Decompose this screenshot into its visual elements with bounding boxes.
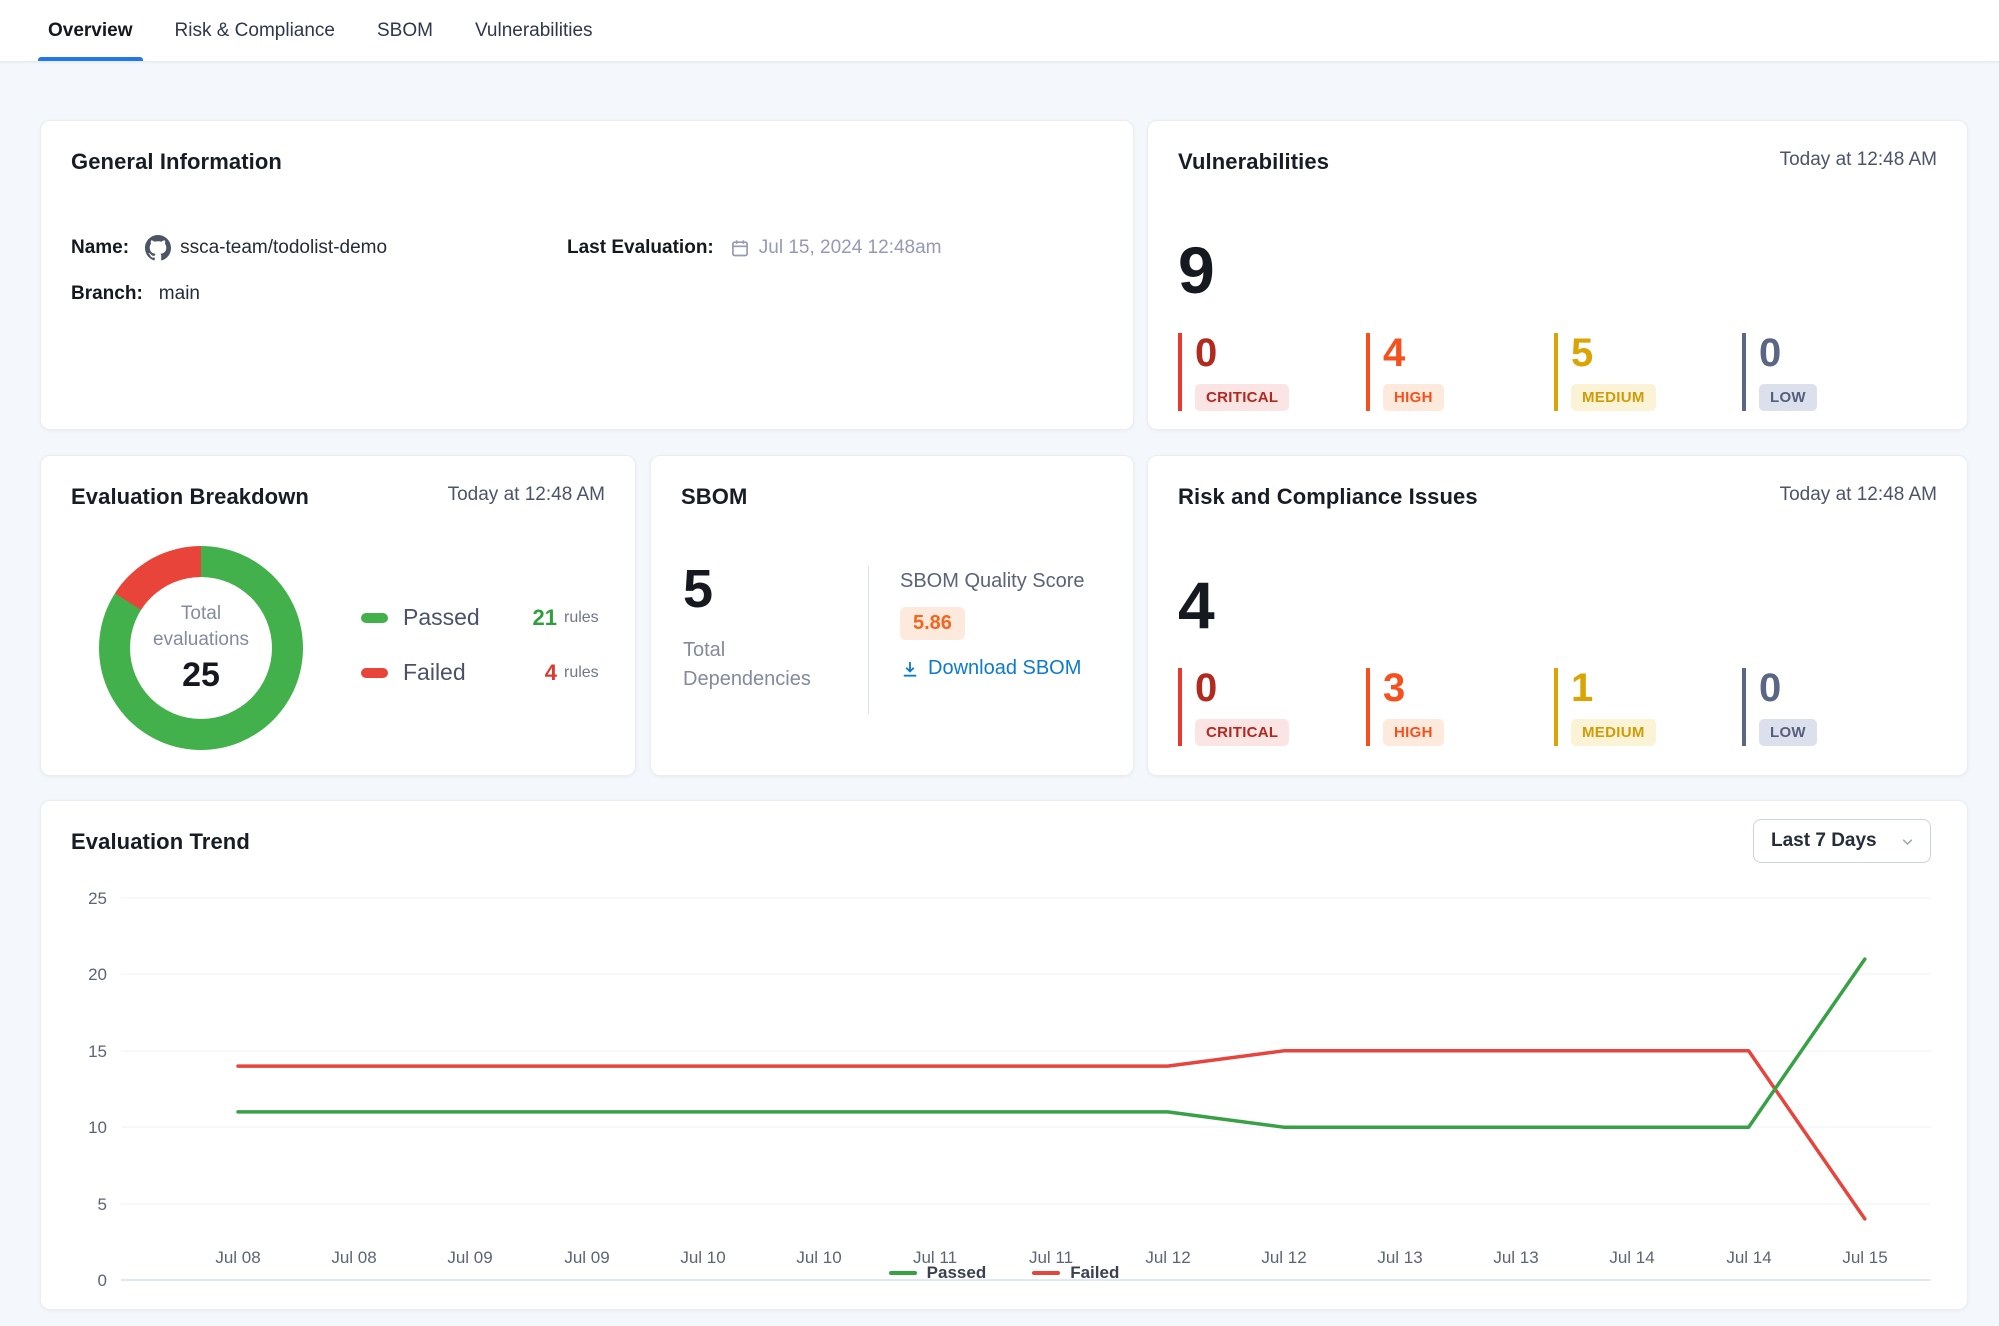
risk-compliance-timestamp: Today at 12:48 AM (1780, 484, 1937, 506)
sbom-quality-score-value: 5.86 (900, 607, 965, 640)
failed-count: 4 (525, 660, 557, 686)
calendar-icon (730, 238, 750, 258)
medium-badge: MEDIUM (1571, 384, 1656, 411)
trend-failed-label: Failed (1070, 1263, 1119, 1283)
evaluation-breakdown-timestamp: Today at 12:48 AM (448, 484, 605, 506)
risk-severity-low: 0 LOW (1742, 668, 1930, 746)
tab-vulnerabilities[interactable]: Vulnerabilities (475, 0, 593, 61)
failed-line (238, 1051, 1865, 1219)
risk-medium-count: 1 (1571, 668, 1742, 708)
name-label: Name: (71, 237, 129, 259)
passed-count: 21 (525, 605, 557, 631)
risk-compliance-card: Risk and Compliance Issues Today at 12:4… (1147, 455, 1968, 776)
download-icon (900, 659, 920, 679)
passed-unit: rules (564, 609, 599, 627)
risk-low-count: 0 (1759, 668, 1930, 708)
y-tick-label: 15 (88, 1042, 107, 1061)
legend-row-failed: Failed 4 rules (361, 659, 599, 686)
vuln-high-count: 4 (1383, 333, 1554, 373)
general-information-title: General Information (71, 149, 282, 175)
sbom-quality-score-label: SBOM Quality Score (900, 570, 1085, 593)
y-tick-label: 25 (88, 889, 107, 908)
vulnerabilities-card: Vulnerabilities Today at 12:48 AM 9 0 CR… (1147, 120, 1968, 430)
branch-value: main (159, 283, 200, 305)
y-tick-label: 20 (88, 965, 107, 984)
passed-pill-icon (361, 613, 388, 623)
risk-severity-high: 3 HIGH (1366, 668, 1554, 746)
repo-name-value: ssca-team/todolist-demo (180, 237, 387, 259)
critical-badge: CRITICAL (1195, 384, 1289, 411)
branch-label: Branch: (71, 283, 143, 305)
last-evaluation-label: Last Evaluation: (567, 237, 714, 259)
failed-label: Failed (403, 659, 525, 686)
sbom-total-dependencies: 5 (683, 562, 713, 616)
failed-line-icon (1032, 1271, 1060, 1275)
tab-risk-compliance[interactable]: Risk & Compliance (175, 0, 336, 61)
risk-severity-medium: 1 MEDIUM (1554, 668, 1742, 746)
vuln-severity-critical: 0 CRITICAL (1178, 333, 1366, 411)
download-sbom-link[interactable]: Download SBOM (900, 657, 1085, 680)
donut-label-line1: Total (153, 601, 249, 627)
high-badge: HIGH (1383, 719, 1444, 746)
trend-passed-label: Passed (927, 1263, 987, 1283)
download-sbom-label: Download SBOM (928, 657, 1081, 680)
tab-sbom[interactable]: SBOM (377, 0, 433, 61)
gridlines (121, 898, 1931, 1280)
failed-unit: rules (564, 664, 599, 682)
low-badge: LOW (1759, 719, 1817, 746)
risk-compliance-total: 4 (1148, 572, 1967, 638)
donut-total-value: 25 (182, 656, 220, 695)
tab-overview[interactable]: Overview (48, 0, 133, 61)
sbom-total-label-line2: Dependencies (683, 665, 811, 694)
failed-pill-icon (361, 668, 388, 678)
tab-bar: Overview Risk & Compliance SBOM Vulnerab… (0, 0, 1999, 62)
sbom-total-label-line1: Total (683, 636, 811, 665)
y-tick-label: 5 (98, 1195, 107, 1214)
medium-badge: MEDIUM (1571, 719, 1656, 746)
passed-line (238, 959, 1865, 1127)
last-evaluation-value: Jul 15, 2024 12:48am (759, 237, 942, 259)
evaluation-breakdown-card: Evaluation Breakdown Today at 12:48 AM T… (40, 455, 636, 776)
sbom-card: SBOM 5 Total Dependencies SBOM Quality S… (650, 455, 1134, 776)
vulnerabilities-timestamp: Today at 12:48 AM (1780, 149, 1937, 171)
trend-chart-legend: Passed Failed (41, 1263, 1967, 1283)
risk-critical-count: 0 (1195, 668, 1366, 708)
risk-high-count: 3 (1383, 668, 1554, 708)
vuln-medium-count: 5 (1571, 333, 1742, 373)
evaluation-trend-chart: 25 20 15 10 5 0 Jul 08 Jul 08 Jul 09 Jul… (41, 801, 1969, 1311)
vertical-divider (868, 566, 869, 714)
passed-line-icon (889, 1271, 917, 1275)
vulnerabilities-title: Vulnerabilities (1178, 149, 1329, 175)
evaluation-donut: Total evaluations 25 (99, 546, 303, 750)
low-badge: LOW (1759, 384, 1817, 411)
y-axis-labels: 25 20 15 10 5 0 (88, 889, 107, 1290)
critical-badge: CRITICAL (1195, 719, 1289, 746)
high-badge: HIGH (1383, 384, 1444, 411)
evaluation-trend-card: Evaluation Trend Last 7 Days 25 20 15 10… (40, 800, 1968, 1310)
vuln-severity-high: 4 HIGH (1366, 333, 1554, 411)
evaluation-breakdown-title: Evaluation Breakdown (71, 484, 309, 510)
risk-severity-critical: 0 CRITICAL (1178, 668, 1366, 746)
vulnerabilities-total: 9 (1148, 237, 1967, 303)
trend-legend-failed[interactable]: Failed (1032, 1263, 1119, 1283)
trend-legend-passed[interactable]: Passed (889, 1263, 987, 1283)
github-icon (145, 235, 171, 261)
vuln-critical-count: 0 (1195, 333, 1366, 373)
vuln-low-count: 0 (1759, 333, 1930, 373)
legend-row-passed: Passed 21 rules (361, 604, 599, 631)
sbom-title: SBOM (681, 484, 747, 510)
passed-label: Passed (403, 604, 525, 631)
vuln-severity-low: 0 LOW (1742, 333, 1930, 411)
vuln-severity-medium: 5 MEDIUM (1554, 333, 1742, 411)
evaluation-breakdown-legend: Passed 21 rules Failed 4 rules (361, 604, 599, 686)
y-tick-label: 10 (88, 1118, 107, 1137)
donut-label-line2: evaluations (153, 627, 249, 653)
risk-compliance-title: Risk and Compliance Issues (1178, 484, 1478, 510)
general-information-card: General Information Name: ssca-team/todo… (40, 120, 1134, 430)
